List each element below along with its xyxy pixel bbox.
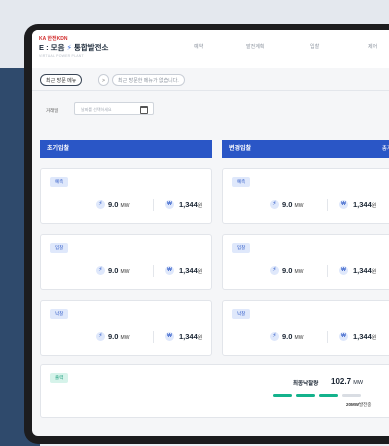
divider	[327, 265, 328, 277]
nav-item-control[interactable]: 제어	[368, 43, 377, 50]
won-value: 1,344원	[353, 266, 377, 275]
divider	[327, 199, 328, 211]
divider	[153, 331, 154, 343]
date-input[interactable]: 날짜를 선택하세요	[74, 102, 154, 115]
chevron-right-icon[interactable]: >	[98, 74, 109, 86]
breadcrumb: 최근 방문 메뉴 > 최근 방문한 메뉴가 없습니다.	[32, 68, 389, 91]
bid-tag: 입찰	[232, 243, 251, 253]
changed-bid-header: 변경입찰 총계	[222, 140, 389, 158]
nav-item-plan[interactable]: 발전계획	[246, 43, 264, 50]
plant-subtitle: VIRTUAL POWER PLANT	[39, 54, 84, 58]
plant-name: 통합발전소	[73, 43, 109, 52]
nav-item-bidding[interactable]: 입찰	[310, 43, 319, 50]
won-value: 1,344원	[179, 332, 203, 341]
initial-forecast-card: 예측 ⚡ 9.0 MW ₩ 1,344원	[40, 168, 212, 224]
won-icon: ₩	[165, 266, 174, 275]
mw-value: 9.0 MW	[108, 200, 130, 209]
changed-forecast-card: 예측 ⚡ 9.0 MW ₩ 1,344원	[222, 168, 389, 224]
forecast-tag: 예측	[50, 177, 69, 187]
output-progress-segment	[319, 394, 338, 397]
calendar-icon[interactable]	[140, 106, 148, 114]
bid-tag: 입찰	[50, 243, 69, 253]
won-value: 1,344원	[179, 266, 203, 275]
changed-award-card: 낙찰 ⚡ 9.0 MW ₩ 1,344원	[222, 300, 389, 356]
mw-value: 9.0 MW	[108, 332, 130, 341]
initial-award-card: 낙찰 ⚡ 9.0 MW ₩ 1,344원	[40, 300, 212, 356]
bolt-icon: ⚡	[96, 200, 105, 209]
mw-value: 9.0 MW	[282, 266, 304, 275]
won-icon: ₩	[339, 332, 348, 341]
won-value: 1,344원	[353, 332, 377, 341]
divider	[153, 265, 154, 277]
won-icon: ₩	[165, 200, 174, 209]
bolt-icon: ⚡	[96, 266, 105, 275]
output-progress-segment	[273, 394, 292, 397]
won-icon: ₩	[339, 200, 348, 209]
initial-bid-card: 입찰 ⚡ 9.0 MW ₩ 1,344원	[40, 234, 212, 290]
final-award-label: 최종낙찰량	[293, 381, 319, 387]
divider	[327, 331, 328, 343]
won-icon: ₩	[165, 332, 174, 341]
bolt-icon: ⚡	[66, 43, 72, 52]
plant-title: E : 모음 ⚡ 통합발전소	[39, 42, 108, 53]
divider	[153, 199, 154, 211]
won-value: 1,344원	[353, 200, 377, 209]
bolt-icon: ⚡	[96, 332, 105, 341]
date-placeholder: 날짜를 선택하세요	[81, 107, 112, 112]
changed-bid-card: 입찰 ⚡ 9.0 MW ₩ 1,344원	[222, 234, 389, 290]
output-card: 출력 최종낙찰량 102.7 MW 20MW발전중	[40, 364, 389, 418]
award-tag: 낙찰	[232, 309, 251, 319]
app-screen: KA 한전KDN E : 모음 ⚡ 통합발전소 VIRTUAL POWER PL…	[32, 30, 389, 436]
forecast-tag: 예측	[232, 177, 251, 187]
date-label: 거래일	[46, 108, 59, 113]
total-label: 총계	[381, 146, 389, 152]
won-icon: ₩	[339, 266, 348, 275]
final-award-value: 102.7 MW	[331, 377, 364, 386]
output-caption: 20MW발전중	[346, 402, 372, 407]
mw-value: 9.0 MW	[282, 200, 304, 209]
output-progress-segment	[296, 394, 315, 397]
recent-menu-button[interactable]: 최근 방문 메뉴	[40, 74, 83, 86]
award-tag: 낙찰	[50, 309, 69, 319]
won-value: 1,344원	[179, 200, 203, 209]
mw-value: 9.0 MW	[108, 266, 130, 275]
bolt-icon: ⚡	[270, 266, 279, 275]
plant-prefix: E : 모음	[39, 43, 65, 52]
bolt-icon: ⚡	[270, 200, 279, 209]
brand-logo: KA 한전KDN	[39, 36, 68, 42]
output-progress-segment	[342, 394, 361, 397]
recent-menu-empty: 최근 방문한 메뉴가 없습니다.	[112, 74, 185, 86]
initial-bid-title: 초기입찰	[47, 146, 70, 152]
app-header: KA 한전KDN E : 모음 ⚡ 통합발전소 VIRTUAL POWER PL…	[32, 30, 389, 68]
bolt-icon: ⚡	[270, 332, 279, 341]
nav-item-reservation[interactable]: 예약	[194, 43, 203, 50]
mw-value: 9.0 MW	[282, 332, 304, 341]
changed-bid-title: 변경입찰	[229, 146, 252, 152]
output-tag: 출력	[50, 373, 69, 383]
initial-bid-header: 초기입찰	[40, 140, 212, 158]
